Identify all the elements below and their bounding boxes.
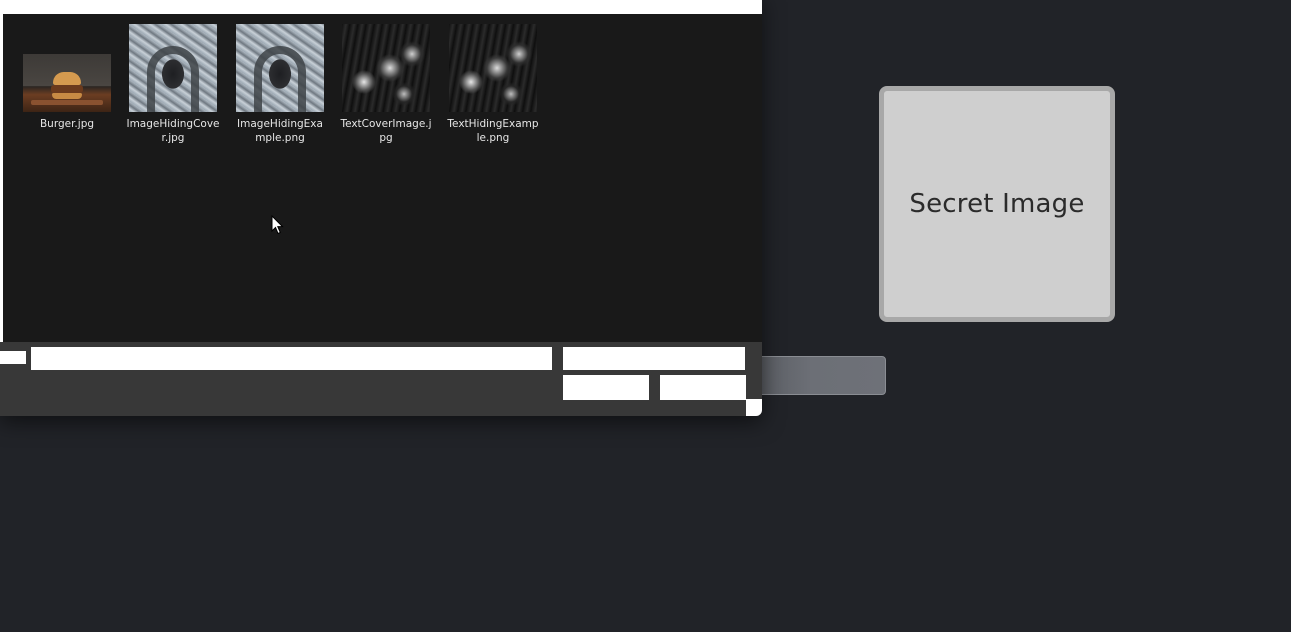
secret-image-label: Secret Image [909,189,1085,219]
file-item-burger[interactable]: Burger.jpg [17,22,117,131]
tree-arch-thumbnail [236,24,324,112]
tree-arch-thumbnail [129,24,217,112]
file-thumbnail-wrap [336,22,436,112]
cancel-button[interactable] [660,375,746,400]
file-item-image-hiding-cover[interactable]: ImageHidingCover.jpg [123,22,223,145]
machinery-thumbnail [449,24,537,112]
machinery-thumbnail [342,24,430,112]
file-name: ImageHidingExample.png [237,118,323,144]
secret-image-card[interactable]: Secret Image [879,86,1115,322]
file-thumbnail-wrap [230,22,330,112]
file-open-dialog: Burger.jpg ImageHidingCover.jpg ImageHid… [0,0,762,416]
dialog-top-strip [0,0,762,14]
burger-thumbnail [23,54,111,112]
file-name-input[interactable] [31,347,552,370]
file-name: ImageHidingCover.jpg [126,118,220,144]
file-list-view[interactable]: Burger.jpg ImageHidingCover.jpg ImageHid… [3,14,762,342]
file-name-label [0,351,26,364]
dialog-footer [0,342,762,416]
file-name: TextCoverImage.jpg [340,118,432,144]
file-thumbnail-wrap [443,22,543,112]
file-name: TextHidingExample.png [447,118,539,144]
open-button[interactable] [563,375,649,400]
file-type-select[interactable] [563,347,745,370]
file-item-text-hiding-example[interactable]: TextHidingExample.png [443,22,543,145]
file-thumbnail-wrap [123,22,223,112]
file-item-image-hiding-example[interactable]: ImageHidingExample.png [230,22,330,145]
file-item-text-cover-image[interactable]: TextCoverImage.jpg [336,22,436,145]
file-name: Burger.jpg [39,118,95,130]
resize-grip[interactable] [746,399,762,416]
file-thumbnail-wrap [17,22,117,112]
